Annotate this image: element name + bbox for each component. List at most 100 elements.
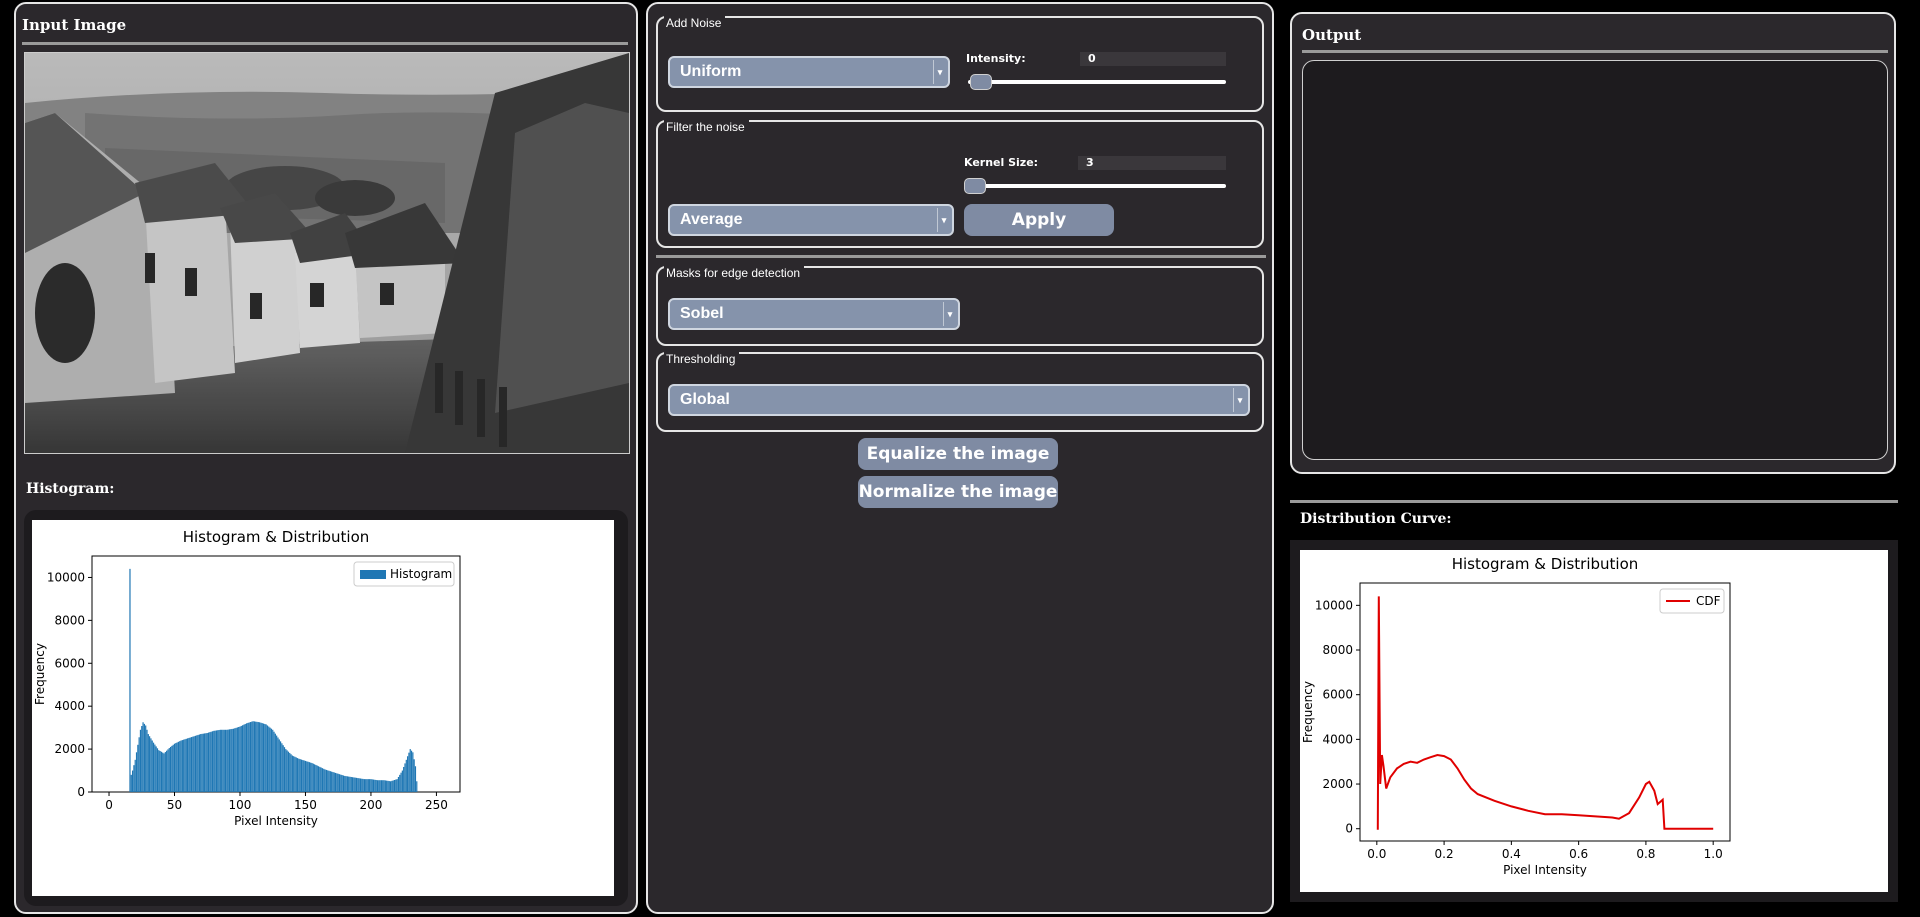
- histogram-bar: [408, 752, 410, 792]
- histogram-bar: [401, 770, 403, 792]
- histogram-bar: [329, 771, 331, 792]
- equalize-button[interactable]: Equalize the image: [858, 438, 1058, 470]
- histogram-bar: [260, 722, 262, 792]
- x-tick-label: 0.2: [1435, 847, 1454, 861]
- histogram-bar: [341, 775, 343, 792]
- kernel-slider-track[interactable]: [964, 184, 1226, 188]
- apply-button[interactable]: Apply: [964, 204, 1114, 236]
- filter-noise-group: Filter the noise Kernel Size: 3 Average …: [656, 120, 1264, 248]
- histogram-bar: [236, 727, 238, 792]
- histogram-bar: [200, 734, 202, 792]
- histogram-bar: [145, 725, 147, 792]
- histogram-bar: [138, 737, 140, 792]
- filter-type-select[interactable]: Average ▾: [668, 204, 954, 236]
- histogram-bar: [337, 773, 339, 792]
- histogram-bar: [278, 739, 280, 792]
- y-tick-label: 0: [77, 785, 85, 799]
- chart-title: Histogram & Distribution: [183, 528, 370, 546]
- y-axis-label: Frequency: [1301, 681, 1315, 743]
- histogram-bar: [256, 721, 258, 792]
- histogram-bar: [249, 722, 252, 792]
- edge-mask-select[interactable]: Sobel ▾: [668, 298, 960, 330]
- histogram-bar: [265, 724, 267, 792]
- x-tick-label: 0: [105, 798, 113, 812]
- histogram-bar: [283, 747, 286, 792]
- histogram-bar: [230, 729, 232, 792]
- histogram-bar: [306, 761, 308, 792]
- plot-frame: [1359, 582, 1731, 842]
- input-image[interactable]: [24, 52, 630, 454]
- histogram-bar: [224, 729, 227, 792]
- histogram-bar: [211, 731, 214, 792]
- chevron-down-icon[interactable]: ▾: [937, 208, 950, 232]
- intensity-slider-track[interactable]: [968, 80, 1226, 84]
- input-panel: Input Image Histogram: Histogram & Distr…: [14, 2, 638, 914]
- histogram-bar: [197, 734, 199, 792]
- histogram-bar: [327, 770, 329, 792]
- normalize-button[interactable]: Normalize the image: [858, 476, 1058, 508]
- histogram-bar: [166, 750, 168, 792]
- histogram-bar: [312, 763, 314, 792]
- x-tick-label: 0.0: [1367, 847, 1386, 861]
- output-image-area[interactable]: [1302, 60, 1888, 460]
- histogram-bar: [336, 773, 338, 792]
- histogram-bar: [409, 749, 411, 792]
- edge-detection-group: Masks for edge detection Sobel ▾: [656, 266, 1264, 346]
- histogram-bar: [361, 778, 363, 792]
- noise-type-select[interactable]: Uniform ▾: [668, 56, 950, 88]
- histogram-bar: [159, 750, 161, 792]
- histogram-bar: [367, 779, 369, 792]
- histogram-bar: [316, 765, 318, 792]
- histogram-bar: [257, 722, 259, 792]
- output-title: Output: [1302, 26, 1362, 44]
- chevron-down-icon[interactable]: ▾: [933, 60, 946, 84]
- histogram-bar: [346, 776, 348, 792]
- histogram-bar: [376, 780, 379, 792]
- histogram-bar: [277, 737, 279, 792]
- histogram-plot: Histogram & Distribution 0 50 100 150 200 250 0…: [32, 520, 614, 896]
- histogram-bar: [231, 728, 233, 792]
- histogram-bar: [302, 760, 304, 792]
- histogram-bar: [365, 779, 367, 792]
- histogram-bar: [247, 722, 249, 792]
- histogram-bar: [413, 759, 415, 792]
- thresholding-group: Thresholding Global ▾: [656, 352, 1264, 432]
- histogram-bar: [391, 780, 393, 792]
- legend-label: Histogram: [390, 567, 452, 581]
- add-noise-group: Add Noise Uniform ▾ Intensity: 0: [656, 16, 1264, 112]
- histogram-bar: [219, 729, 221, 792]
- histogram-bar: [357, 778, 359, 792]
- histogram-bar: [228, 729, 231, 792]
- histogram-bar: [262, 723, 265, 792]
- histogram-bar: [379, 780, 381, 792]
- chevron-down-icon[interactable]: ▾: [943, 302, 956, 326]
- histogram-bar: [130, 774, 132, 792]
- histogram-bar: [268, 726, 270, 792]
- kernel-slider-handle[interactable]: [964, 178, 986, 194]
- y-tick-label: 6000: [1322, 688, 1353, 702]
- y-axis-label: Frequency: [33, 643, 47, 705]
- x-tick-label: 0.6: [1569, 847, 1588, 861]
- histogram-bar: [363, 779, 365, 792]
- histogram-bar: [374, 779, 376, 792]
- threshold-select[interactable]: Global ▾: [668, 384, 1250, 416]
- histogram-bar: [151, 740, 153, 792]
- histogram-bar: [297, 758, 299, 792]
- legend-swatch: [360, 570, 386, 579]
- histogram-bar: [287, 751, 290, 792]
- histogram-bar: [201, 733, 203, 792]
- chevron-down-icon[interactable]: ▾: [1233, 388, 1246, 412]
- histogram-bar: [355, 777, 358, 792]
- histogram-bar: [167, 749, 169, 792]
- histogram-bar: [334, 772, 337, 792]
- histogram-bar: [266, 725, 269, 792]
- histogram-bar: [290, 754, 292, 792]
- histogram-bar: [194, 735, 197, 792]
- intensity-slider-handle[interactable]: [970, 74, 992, 90]
- histogram-bar: [149, 736, 151, 792]
- controls-panel: Add Noise Uniform ▾ Intensity: 0 Filter …: [646, 2, 1274, 914]
- histogram-bar: [392, 780, 394, 792]
- histogram-bar: [383, 780, 385, 792]
- histogram-bar: [362, 778, 364, 792]
- histogram-bar: [146, 729, 148, 792]
